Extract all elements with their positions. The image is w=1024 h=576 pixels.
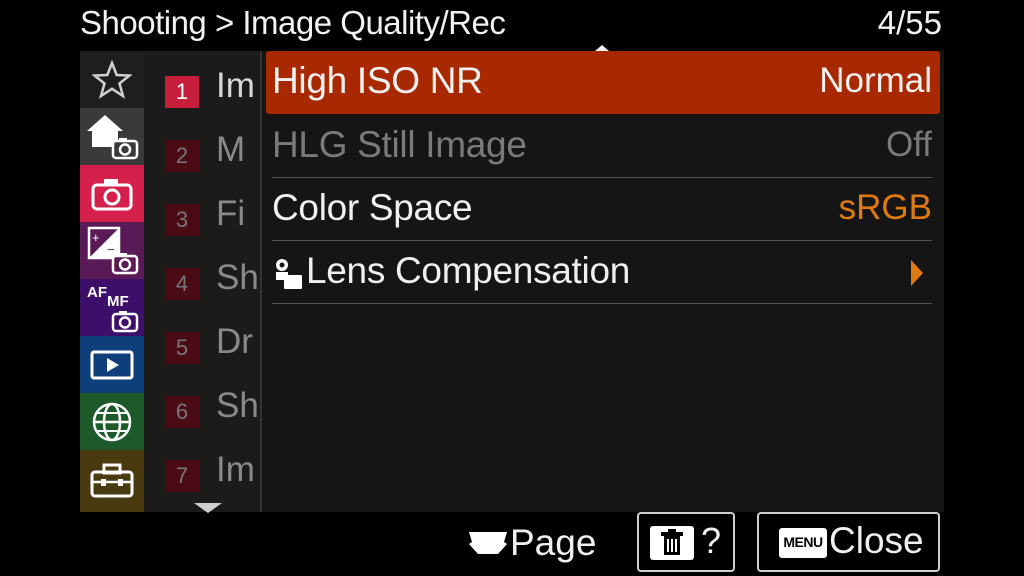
column-divider: [260, 51, 262, 512]
tab-favorites[interactable]: [80, 51, 144, 108]
tab-setup[interactable]: [80, 450, 144, 512]
menu-item-color-space[interactable]: Color Space sRGB: [266, 178, 940, 241]
subpage-label: Dr: [216, 322, 253, 361]
close-label: Close: [829, 520, 924, 561]
subpage-number: 5: [165, 332, 199, 364]
tab-focus[interactable]: AF MF: [80, 279, 144, 336]
menu-item-value: Off: [885, 125, 932, 164]
globe-icon: [92, 402, 132, 441]
subpage-item-5[interactable]: 5 Dr: [144, 312, 260, 375]
subpage-number: 6: [165, 396, 199, 428]
subpage-label: Im: [216, 450, 255, 489]
subpage-number: 7: [165, 460, 199, 492]
menu-item-label: High ISO NR: [272, 60, 483, 101]
subpage-item-6[interactable]: 6 Sh: [144, 376, 260, 439]
subpage-label: Sh: [216, 258, 258, 297]
menu-item-value: sRGB: [838, 188, 932, 227]
subpage-list: 1 Im 2 M 3 Fi 4 Sh 5 Dr 6 Sh 7 Im: [144, 51, 260, 513]
trash-icon: [650, 526, 694, 560]
subpage-item-7[interactable]: 7 Im: [144, 440, 260, 503]
header: Shooting > Image Quality/Rec 4/55: [80, 0, 944, 46]
menu-item-high-iso-nr[interactable]: High ISO NR Normal: [266, 51, 940, 114]
subpage-label: M: [216, 130, 246, 169]
menu-item-label: Lens Compensation: [306, 250, 630, 291]
footer-bar: Page ? MENU Close: [0, 512, 1024, 576]
menu-item-label: Color Space: [272, 187, 473, 228]
tab-main[interactable]: [80, 108, 144, 165]
subpage-number: 2: [165, 140, 199, 172]
subpage-label: Fi: [216, 194, 246, 233]
svg-text:+: +: [92, 230, 100, 245]
menu-item-lens-compensation[interactable]: Lens Compensation: [266, 241, 940, 304]
page-counter: 4/55: [877, 4, 942, 41]
menu-badge-label: MENU: [783, 534, 823, 550]
subpage-item-3[interactable]: 3 Fi: [144, 184, 260, 247]
tab-exposure-color[interactable]: + −: [80, 222, 144, 279]
home-camera-icon: [87, 114, 139, 159]
subpage-item-2[interactable]: 2 M: [144, 120, 260, 183]
delete-help-button[interactable]: ?: [637, 512, 735, 572]
tab-playback[interactable]: [80, 336, 144, 393]
control-wheel-icon: [469, 532, 507, 554]
svg-text:MF: MF: [107, 293, 129, 310]
tab-shooting[interactable]: [80, 165, 144, 222]
help-label: ?: [701, 520, 722, 561]
breadcrumb: Shooting > Image Quality/Rec: [80, 4, 506, 41]
tab-network[interactable]: [80, 393, 144, 450]
toolbox-icon: [90, 463, 134, 498]
svg-text:AF: AF: [87, 284, 107, 301]
svg-text:−: −: [107, 242, 115, 257]
exposure-camera-icon: + −: [87, 226, 139, 274]
subpage-number: 1: [165, 76, 199, 108]
menu-item-value: Normal: [819, 61, 932, 100]
menu-list: High ISO NR Normal HLG Still Image Off C…: [266, 51, 942, 512]
category-tabs: + − AF MF: [80, 51, 144, 512]
subpage-number: 4: [165, 268, 199, 300]
page-control[interactable]: Page: [468, 522, 598, 568]
af-mf-camera-icon: AF MF: [87, 284, 139, 332]
subpage-label: Im: [216, 66, 255, 105]
menu-item-hlg-still-image[interactable]: HLG Still Image Off: [266, 115, 940, 178]
star-icon: [92, 59, 132, 99]
subpage-item-4[interactable]: 4 Sh: [144, 248, 260, 311]
subpage-label: Sh: [216, 386, 258, 425]
subpage-item-1[interactable]: 1 Im: [144, 56, 260, 119]
menu-item-label: HLG Still Image: [272, 124, 527, 165]
subpage-number: 3: [165, 204, 199, 236]
lens-camera-icon: [276, 259, 302, 289]
submenu-arrow-icon: [911, 260, 923, 286]
menu-panel: + − AF MF 1 Im 2 M 3 Fi 4 Sh 5 Dr 6 Sh 7…: [80, 51, 944, 513]
close-button[interactable]: MENU Close: [757, 512, 940, 572]
row-divider: [272, 303, 932, 304]
playback-icon: [90, 350, 134, 379]
camera-icon: [91, 178, 133, 210]
page-label: Page: [510, 522, 597, 563]
